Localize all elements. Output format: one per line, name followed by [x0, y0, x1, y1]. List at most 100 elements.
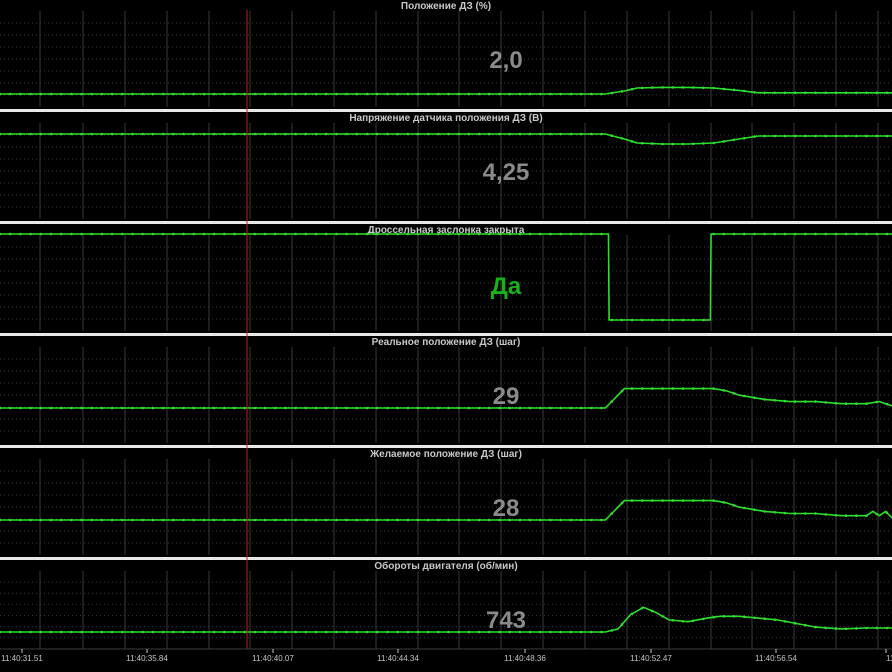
data-point — [742, 615, 746, 619]
data-point — [202, 92, 206, 96]
data-point — [49, 406, 53, 410]
data-point — [528, 406, 532, 410]
data-point — [273, 232, 277, 236]
data-point — [773, 511, 777, 514]
data-point — [304, 406, 308, 410]
data-point — [335, 132, 338, 136]
data-point — [742, 394, 746, 398]
panel-separator — [0, 221, 892, 224]
data-point — [702, 142, 705, 145]
data-point — [742, 506, 746, 510]
data-point — [437, 630, 440, 634]
data-point — [161, 406, 165, 410]
data-point — [426, 92, 430, 96]
data-point — [773, 232, 777, 236]
data-point — [620, 501, 624, 505]
data-point — [855, 514, 858, 517]
data-point — [610, 629, 613, 632]
data-point — [355, 92, 359, 96]
data-point — [29, 92, 32, 96]
data-point — [161, 630, 165, 634]
data-point — [182, 132, 185, 136]
chart-title: Положение ДЗ (%) — [401, 1, 491, 12]
data-point — [182, 630, 185, 634]
data-point — [528, 630, 532, 634]
data-point — [661, 615, 664, 618]
data-point — [467, 232, 471, 236]
data-point — [406, 406, 410, 410]
data-point — [80, 92, 83, 96]
data-point — [253, 92, 257, 96]
data-point — [90, 406, 93, 410]
data-point — [549, 92, 552, 96]
data-point — [212, 232, 216, 236]
data-point — [814, 91, 817, 95]
data-point — [202, 406, 206, 410]
data-point — [172, 132, 175, 136]
data-point — [80, 132, 83, 136]
data-point — [753, 616, 756, 620]
data-point — [233, 232, 236, 236]
data-point — [610, 134, 613, 137]
data-point — [590, 406, 593, 410]
data-point — [834, 232, 838, 236]
data-point — [732, 392, 736, 395]
data-point — [610, 512, 613, 515]
data-point — [355, 232, 359, 236]
data-point — [793, 134, 797, 138]
data-point — [29, 518, 32, 522]
data-point — [844, 402, 848, 406]
data-point — [131, 518, 134, 522]
data-point — [844, 134, 848, 138]
data-point — [304, 518, 308, 522]
data-point — [131, 132, 134, 136]
data-point — [579, 630, 583, 634]
data-point — [80, 518, 83, 522]
data-point — [294, 132, 297, 136]
data-point — [416, 406, 420, 410]
data-point — [467, 518, 471, 522]
data-point — [375, 232, 379, 236]
data-point — [304, 232, 308, 236]
data-point — [212, 406, 216, 410]
data-point — [620, 90, 624, 93]
data-point — [426, 630, 430, 634]
data-point — [335, 630, 338, 634]
data-point — [549, 630, 552, 634]
data-point — [202, 132, 206, 136]
data-point — [528, 232, 532, 236]
data-point — [763, 91, 766, 95]
data-point — [691, 86, 695, 89]
data-point — [19, 518, 22, 522]
time-tick-label: 11:40:48.36 — [504, 654, 546, 663]
data-point — [233, 132, 236, 136]
panel-separator — [0, 445, 892, 448]
data-point — [437, 406, 440, 410]
data-point — [834, 627, 838, 630]
data-point — [212, 630, 216, 634]
panel-separator — [0, 333, 892, 336]
data-point — [640, 86, 644, 90]
data-point — [875, 91, 878, 95]
data-point — [59, 630, 63, 634]
chart-title: Желаемое положение ДЗ (шаг) — [369, 449, 522, 460]
data-point — [661, 86, 664, 89]
data-point — [386, 232, 389, 236]
data-point — [151, 518, 155, 522]
data-point — [355, 406, 359, 410]
data-point — [753, 91, 756, 94]
data-point — [865, 514, 868, 517]
data-point — [80, 630, 83, 634]
data-point — [151, 132, 155, 136]
data-point — [671, 499, 675, 502]
data-point — [121, 92, 124, 96]
data-point — [732, 138, 736, 142]
data-point — [630, 140, 634, 143]
data-point — [110, 406, 114, 410]
data-point — [273, 630, 277, 634]
chart-title: Напряжение датчика положения ДЗ (В) — [349, 113, 542, 124]
data-point — [49, 630, 53, 634]
data-point — [386, 518, 389, 522]
data-point — [457, 630, 461, 634]
data-point — [702, 86, 705, 90]
